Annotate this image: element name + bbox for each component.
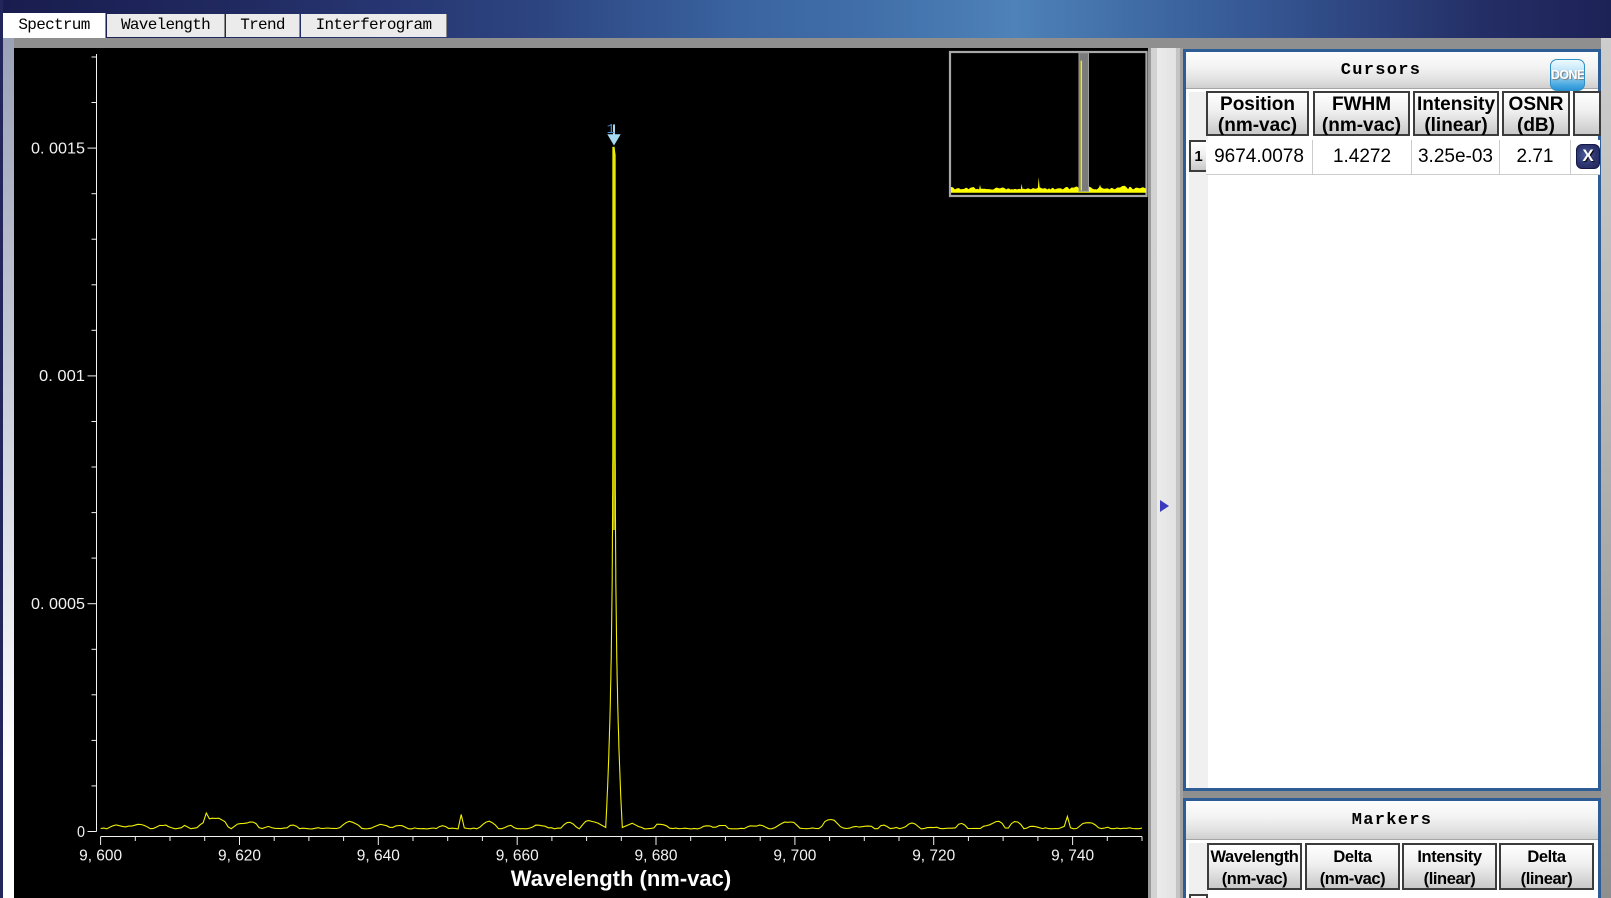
svg-text:Wavelength (nm-vac): Wavelength (nm-vac) [511, 866, 731, 891]
svg-text:9, 700: 9, 700 [773, 848, 816, 865]
svg-text:0. 0005: 0. 0005 [31, 596, 85, 613]
svg-text:9, 600: 9, 600 [79, 848, 122, 865]
svg-text:9, 620: 9, 620 [218, 848, 261, 865]
svg-text:9, 660: 9, 660 [496, 848, 539, 865]
svg-text:1: 1 [607, 122, 615, 138]
svg-text:9, 740: 9, 740 [1051, 848, 1094, 865]
svg-text:9, 680: 9, 680 [635, 848, 678, 865]
svg-text:0. 001: 0. 001 [39, 368, 85, 385]
svg-text:9, 720: 9, 720 [912, 848, 955, 865]
svg-text:0. 0015: 0. 0015 [31, 140, 85, 157]
svg-text:0: 0 [77, 824, 85, 841]
svg-text:9, 640: 9, 640 [357, 848, 400, 865]
